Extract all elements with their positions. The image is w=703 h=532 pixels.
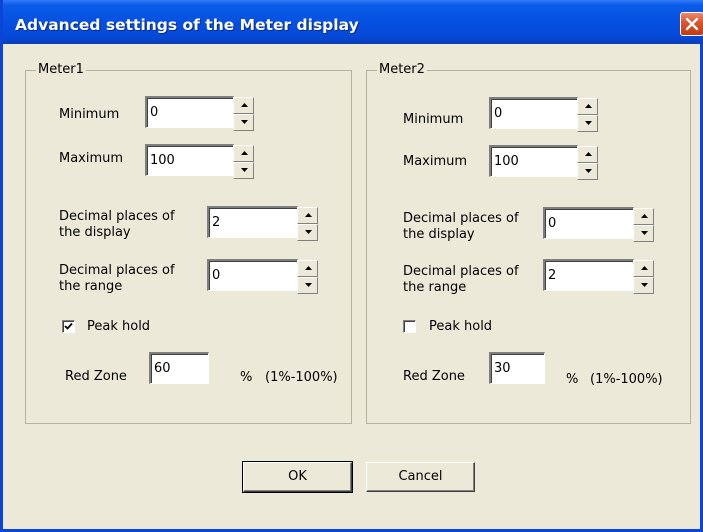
meter2-percent-sign: % (566, 372, 579, 387)
arrow-up-icon (585, 104, 592, 108)
meter1-maximum-label: Maximum (59, 151, 124, 166)
meter2-decimal-range-label: Decimal places of the range (403, 264, 519, 296)
meter2-decimal-display-label-line1: Decimal places of (403, 211, 519, 226)
meter1-decimal-range-input[interactable] (207, 259, 298, 291)
ok-button[interactable]: OK (242, 461, 353, 493)
meter2-legend: Meter2 (377, 62, 427, 77)
meter1-decimal-display-label-line2: the display (59, 225, 131, 240)
meter1-maximum-input[interactable] (145, 144, 234, 176)
meter2-range-hint: (1%-100%) (590, 372, 663, 387)
close-button[interactable] (680, 12, 703, 36)
meter2-decimal-display-spin-down[interactable] (633, 225, 654, 242)
arrow-down-icon (241, 168, 248, 172)
meter2-decimal-range-input[interactable] (543, 259, 634, 291)
meter2-minimum-spinner[interactable] (577, 98, 598, 132)
arrow-up-icon (641, 214, 648, 218)
meter1-minimum-spinner[interactable] (233, 97, 254, 131)
arrow-up-icon (241, 151, 248, 155)
meter1-red-zone-label: Red Zone (65, 369, 127, 384)
title-bar[interactable]: Advanced settings of the Meter display (3, 0, 703, 44)
meter1-decimal-display-spinner[interactable] (297, 207, 318, 241)
meter2-red-zone-input[interactable] (489, 352, 545, 384)
meter1-decimal-range-spin-up[interactable] (297, 260, 318, 277)
checkmark-icon (64, 322, 73, 330)
meter1-red-zone-input[interactable] (149, 352, 209, 384)
arrow-up-icon (641, 266, 648, 270)
meter1-decimal-range-spin-down[interactable] (297, 277, 318, 294)
arrow-up-icon (585, 152, 592, 156)
meter2-minimum-label: Minimum (403, 112, 464, 127)
meter2-minimum-input[interactable] (489, 97, 578, 129)
meter1-minimum-input[interactable] (145, 96, 234, 128)
meter2-decimal-range-spinner[interactable] (633, 260, 654, 294)
meter2-peak-hold-checkbox[interactable] (403, 320, 416, 333)
meter2-decimal-display-spin-up[interactable] (633, 208, 654, 225)
meter1-decimal-display-input[interactable] (207, 206, 298, 238)
meter1-legend: Meter1 (36, 62, 86, 77)
meter1-maximum-spin-up[interactable] (233, 145, 254, 162)
close-icon (685, 17, 699, 31)
arrow-down-icon (641, 231, 648, 235)
meter1-peak-hold-label[interactable]: Peak hold (87, 319, 150, 335)
meter2-maximum-input[interactable] (489, 145, 578, 177)
arrow-down-icon (305, 283, 312, 287)
meter2-decimal-display-label: Decimal places of the display (403, 211, 519, 243)
meter1-decimal-range-label: Decimal places of the range (59, 263, 175, 295)
meter2-maximum-spinner[interactable] (577, 146, 598, 180)
cancel-button[interactable]: Cancel (366, 462, 475, 492)
meter2-decimal-display-input[interactable] (543, 207, 634, 239)
meter1-minimum-label: Minimum (59, 107, 120, 122)
meter2-decimal-display-label-line2: the display (403, 227, 475, 242)
meter1-minimum-spin-up[interactable] (233, 97, 254, 114)
meter1-range-hint: (1%-100%) (265, 370, 338, 385)
arrow-up-icon (305, 266, 312, 270)
meter1-decimal-range-label-line1: Decimal places of (59, 263, 175, 278)
meter1-maximum-spin-down[interactable] (233, 162, 254, 179)
meter2-maximum-label: Maximum (403, 154, 468, 169)
meter1-decimal-display-label-line1: Decimal places of (59, 209, 175, 224)
meter2-decimal-display-spinner[interactable] (633, 208, 654, 242)
arrow-up-icon (241, 103, 248, 107)
meter2-decimal-range-label-line1: Decimal places of (403, 264, 519, 279)
arrow-down-icon (305, 230, 312, 234)
arrow-down-icon (585, 169, 592, 173)
meter1-decimal-display-label: Decimal places of the display (59, 209, 175, 241)
meter2-maximum-spin-up[interactable] (577, 146, 598, 163)
meter2-minimum-spin-down[interactable] (577, 115, 598, 132)
meter2-maximum-spin-down[interactable] (577, 163, 598, 180)
meter1-decimal-range-label-line2: the range (59, 279, 123, 294)
meter1-peak-hold-checkbox[interactable] (62, 320, 75, 333)
dialog-window: Advanced settings of the Meter display M… (0, 0, 703, 532)
arrow-up-icon (305, 213, 312, 217)
meter1-minimum-spin-down[interactable] (233, 114, 254, 131)
meter2-minimum-spin-up[interactable] (577, 98, 598, 115)
arrow-down-icon (585, 121, 592, 125)
window-title: Advanced settings of the Meter display (15, 16, 359, 34)
arrow-down-icon (241, 120, 248, 124)
meter2-peak-hold-label[interactable]: Peak hold (429, 319, 492, 335)
meter2-red-zone-label: Red Zone (403, 369, 465, 384)
meter1-decimal-range-spinner[interactable] (297, 260, 318, 294)
meter2-decimal-range-spin-up[interactable] (633, 260, 654, 277)
meter1-decimal-display-spin-up[interactable] (297, 207, 318, 224)
meter2-decimal-range-label-line2: the range (403, 280, 467, 295)
arrow-down-icon (641, 283, 648, 287)
meter1-maximum-spinner[interactable] (233, 145, 254, 179)
meter1-decimal-display-spin-down[interactable] (297, 224, 318, 241)
meter1-percent-sign: % (240, 370, 253, 385)
meter2-decimal-range-spin-down[interactable] (633, 277, 654, 294)
